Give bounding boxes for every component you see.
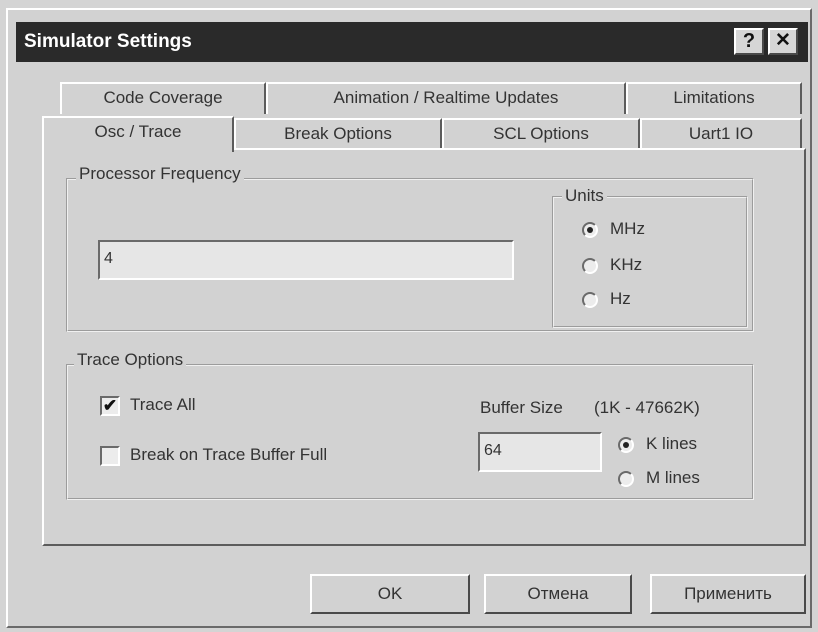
tab-animation-realtime-updates[interactable]: Animation / Realtime Updates — [266, 82, 626, 114]
processor-frequency-input[interactable]: 4 — [98, 240, 514, 280]
window-title: Simulator Settings — [24, 31, 192, 52]
break-on-buffer-full-label: Break on Trace Buffer Full — [130, 445, 328, 464]
k-lines-label: K lines — [646, 434, 698, 453]
units-mhz-radio[interactable] — [582, 222, 598, 238]
tab-break-options[interactable]: Break Options — [234, 118, 442, 150]
units-group — [552, 196, 748, 328]
ok-button[interactable]: OK — [310, 574, 470, 614]
trace-options-label: Trace Options — [74, 350, 187, 370]
tab-code-coverage[interactable]: Code Coverage — [60, 82, 266, 114]
tab-scl-options[interactable]: SCL Options — [442, 118, 640, 150]
processor-frequency-label: Processor Frequency — [76, 164, 244, 184]
trace-all-checkbox[interactable]: ✔ — [100, 396, 120, 416]
close-button[interactable]: ✕ — [768, 28, 798, 55]
units-label: Units — [562, 186, 607, 206]
apply-button[interactable]: Применить — [650, 574, 806, 614]
units-khz-label: KHz — [610, 255, 643, 274]
units-khz-radio[interactable] — [582, 258, 598, 274]
m-lines-label: M lines — [646, 468, 700, 487]
buffer-size-range: (1K - 47662K) — [594, 398, 700, 417]
units-mhz-label: MHz — [610, 219, 645, 238]
buffer-size-input[interactable]: 64 — [478, 432, 602, 472]
units-hz-radio[interactable] — [582, 292, 598, 308]
buffer-size-label: Buffer Size — [480, 398, 563, 417]
help-button[interactable]: ? — [734, 28, 764, 55]
units-hz-label: Hz — [610, 289, 631, 308]
tab-osc-trace[interactable]: Osc / Trace — [42, 116, 234, 152]
k-lines-radio[interactable] — [618, 437, 634, 453]
tab-uart1-io[interactable]: Uart1 IO — [640, 118, 802, 150]
trace-all-label: Trace All — [130, 395, 196, 414]
m-lines-radio[interactable] — [618, 471, 634, 487]
cancel-button[interactable]: Отмена — [484, 574, 632, 614]
break-on-buffer-full-checkbox[interactable] — [100, 446, 120, 466]
title-bar[interactable]: Simulator Settings ? ✕ — [16, 22, 808, 62]
tab-limitations[interactable]: Limitations — [626, 82, 802, 114]
